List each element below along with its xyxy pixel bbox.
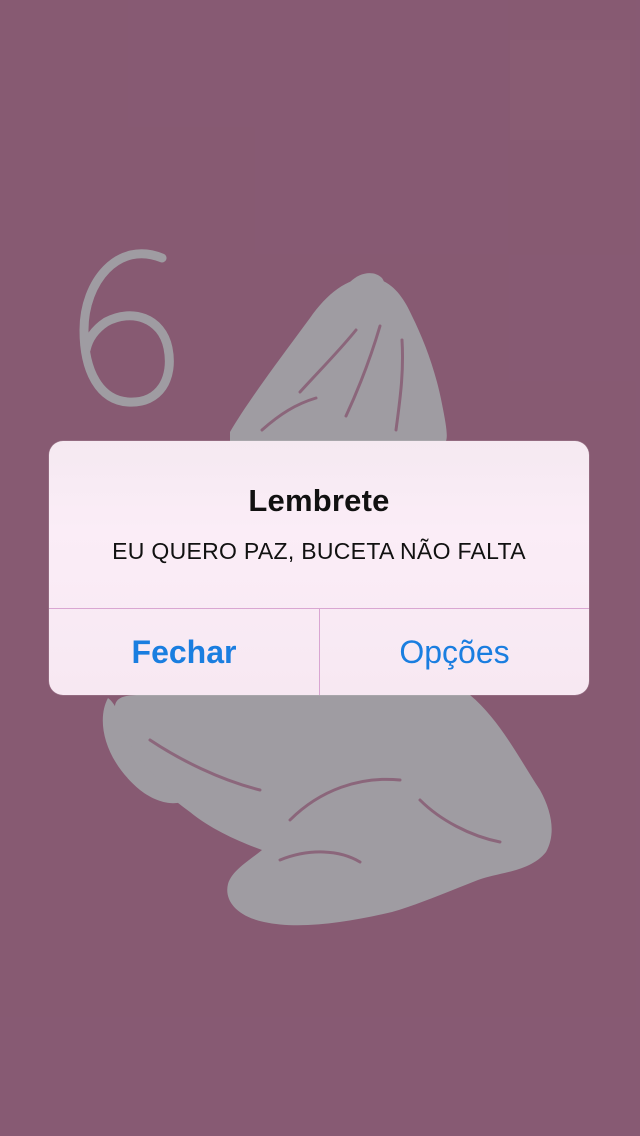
alert-dialog: Lembrete EU QUERO PAZ, BUCETA NÃO FALTA …	[49, 441, 589, 695]
alert-message: EU QUERO PAZ, BUCETA NÃO FALTA	[112, 538, 526, 564]
options-button[interactable]: Opções	[320, 609, 589, 695]
close-button[interactable]: Fechar	[49, 609, 319, 695]
alert-title: Lembrete	[248, 483, 390, 518]
alert-body: Lembrete EU QUERO PAZ, BUCETA NÃO FALTA	[49, 441, 589, 608]
